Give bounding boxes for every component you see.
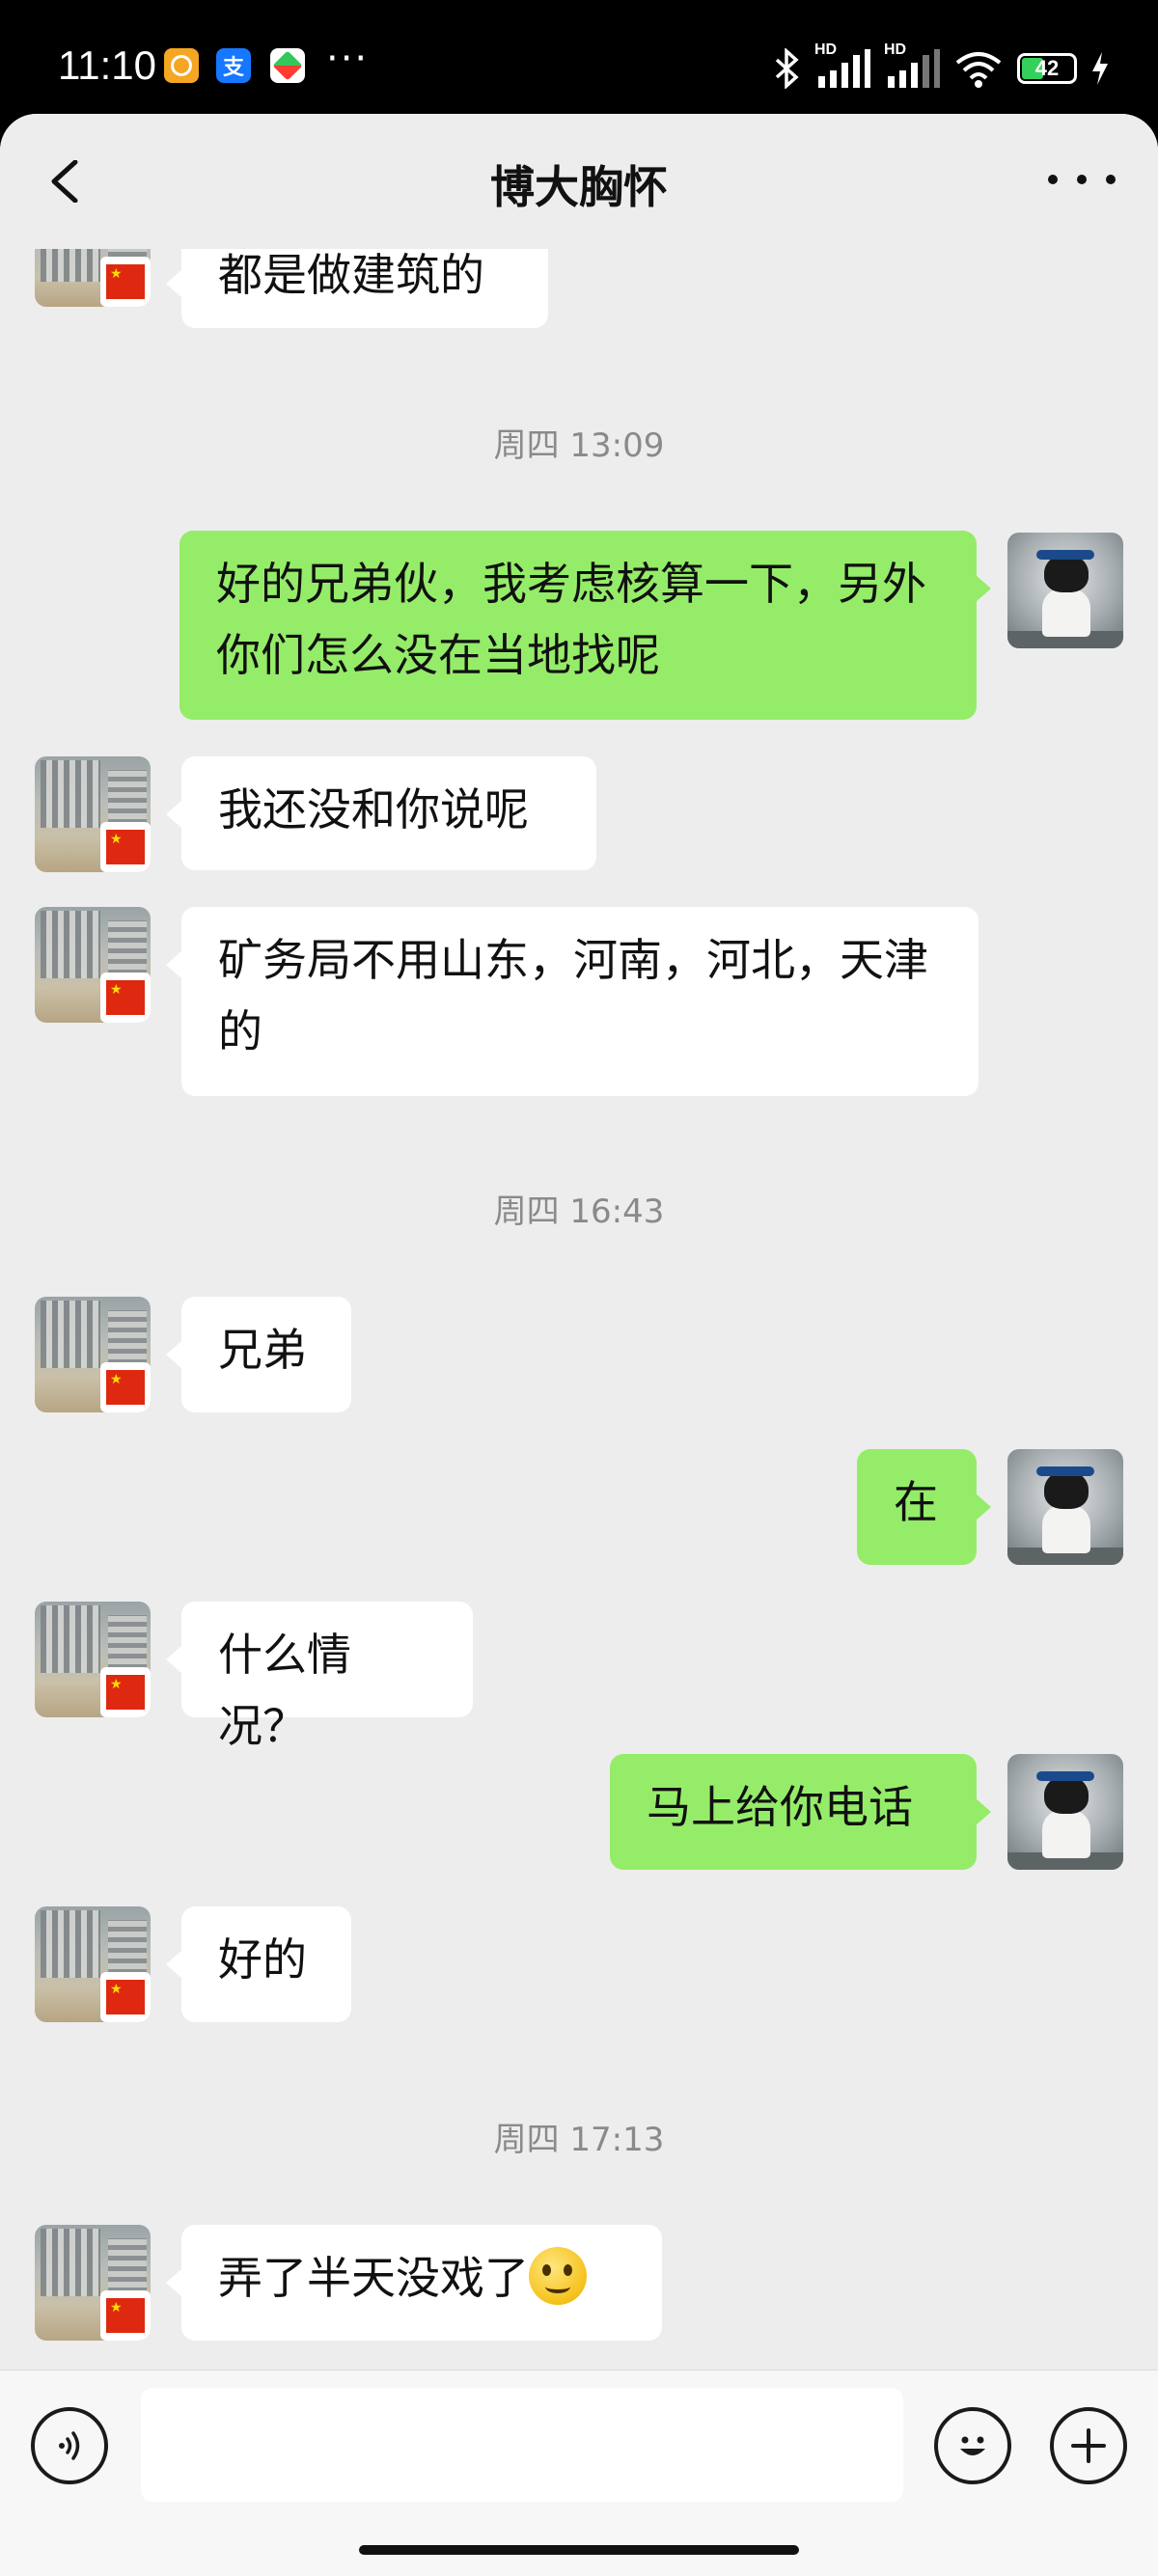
timestamp: 周四 17:13 [493,2121,665,2159]
emoji-button[interactable] [934,2407,1011,2484]
timestamp: 周四 13:09 [493,426,665,465]
incoming-message[interactable]: 好的 [181,1906,351,2022]
bluetooth-icon [775,48,799,89]
my-avatar[interactable] [1007,1449,1123,1565]
plus-icon [1071,2428,1106,2463]
message-input[interactable] [141,2388,903,2502]
incoming-message[interactable]: 什么情况？ [181,1602,473,1752]
my-avatar[interactable] [1007,533,1123,648]
outgoing-message[interactable]: 好的兄弟伙，我考虑核算一下，另外你们怎么没在当地找呢 [179,531,977,720]
smile-emoji-icon [529,2247,587,2305]
contact-avatar[interactable]: ★ [35,1906,151,2022]
timestamp: 周四 16:43 [493,1192,665,1231]
message-text: 弄了半天没戏了 [218,2252,529,2304]
contact-avatar[interactable]: ★ [35,1602,151,1717]
charging-icon [1092,52,1108,85]
alipay-app-icon: 支 [216,48,251,83]
status-bar: 11:10 支 ··· HD HD 42 [0,0,1158,116]
games-app-icon [270,48,305,83]
my-avatar[interactable] [1007,1754,1123,1870]
outgoing-message[interactable]: 马上给你电话 [610,1754,977,1870]
more-notifications-icon: ··· [326,37,370,81]
voice-wave-icon [59,2431,80,2460]
contact-avatar[interactable]: ★ [35,1297,151,1412]
more-actions-button[interactable] [1050,2407,1127,2484]
system-icons: HD HD 42 [772,41,1110,93]
alipay-glyph: 支 [222,56,244,80]
signal-1: HD [814,41,870,90]
status-time: 11:10 [58,42,156,88]
more-dot [1048,175,1058,184]
voice-input-button[interactable] [31,2407,108,2484]
contact-avatar[interactable]: ★ [35,756,151,872]
smiley-face-icon [960,2436,985,2455]
incoming-message[interactable]: 兄弟 [181,1297,351,1412]
more-dot [1077,175,1087,184]
incoming-message[interactable]: 矿务局不用山东，河南，河北，天津的 [181,907,979,1096]
chat-screen: 博大胸怀 ★ 都是做建筑的 周四 13:09 好的兄弟伙，我考虑核算一下，另外你… [0,114,1158,2576]
signal-2: HD [884,41,940,90]
wifi-icon [955,52,1002,88]
photos-app-icon [164,48,199,83]
more-options-button[interactable] [1048,160,1116,199]
message-list[interactable]: ★ 都是做建筑的 周四 13:09 好的兄弟伙，我考虑核算一下，另外你们怎么没在… [0,114,1158,2370]
contact-avatar[interactable]: ★ [35,907,151,1023]
incoming-message[interactable]: 我还没和你说呢 [181,756,596,870]
battery-icon: 42 [1017,53,1077,84]
contact-avatar[interactable]: ★ [35,2225,151,2341]
signal-icon [818,49,870,88]
signal-icon [888,49,940,88]
incoming-message[interactable]: 弄了半天没戏了 [181,2225,662,2341]
home-indicator[interactable] [359,2545,799,2555]
battery-level: 42 [1034,56,1060,80]
outgoing-message[interactable]: 在 [857,1449,977,1565]
more-dot [1106,175,1116,184]
nav-bar: 博大胸怀 [0,114,1158,249]
chat-title: 博大胸怀 [490,161,668,213]
